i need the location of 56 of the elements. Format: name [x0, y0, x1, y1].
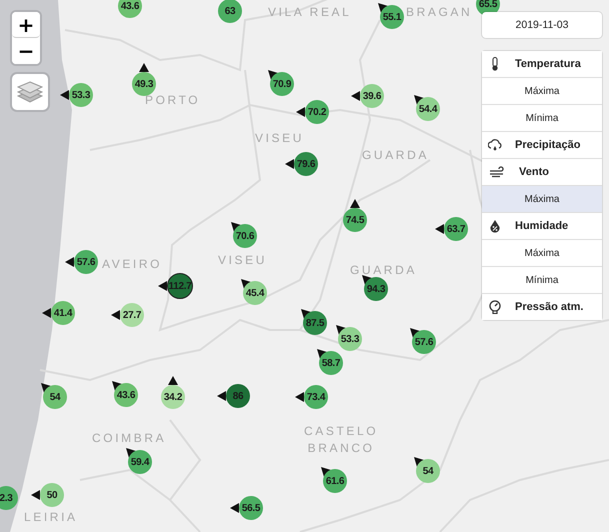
menu-category-label: Precipitação	[515, 139, 580, 151]
value-marker[interactable]: 49.3	[132, 72, 156, 96]
zoom-in-button[interactable]: +	[12, 12, 40, 38]
place-label: COIMBRA	[92, 430, 166, 447]
menu-category-label: Pressão atm.	[515, 301, 584, 313]
value-marker[interactable]: 43.6	[118, 0, 142, 18]
value-marker[interactable]: 41.4	[51, 301, 75, 325]
place-label: VILA REAL	[268, 4, 352, 21]
value-marker[interactable]: 59.4	[128, 450, 152, 474]
value-marker[interactable]: 87.5	[303, 311, 327, 335]
layers-icon	[17, 80, 43, 104]
value-marker[interactable]: 94.3	[364, 277, 388, 301]
value-marker[interactable]: 57.6	[412, 330, 436, 354]
value-marker[interactable]: 27.7	[120, 303, 144, 327]
place-label: BRAGAN	[406, 4, 472, 21]
value-marker[interactable]: 73.4	[304, 385, 328, 409]
value-marker[interactable]: 43.6	[114, 383, 138, 407]
place-label: CASTELO BRANCO	[304, 423, 378, 457]
menu-category-label: Vento	[519, 166, 549, 178]
menu-category-label: Temperatura	[515, 58, 581, 70]
place-label: AVEIRO	[102, 256, 162, 273]
value-marker[interactable]: 70.2	[305, 100, 329, 124]
value-marker[interactable]: 54	[416, 459, 440, 483]
place-label: GUARDA	[362, 147, 429, 164]
date-button[interactable]: 2019-11-03	[482, 12, 602, 38]
value-marker[interactable]: 56.5	[239, 496, 263, 520]
value-marker[interactable]: 70.9	[270, 72, 294, 96]
place-label: VISEU	[255, 130, 304, 147]
value-marker[interactable]: 57.6	[74, 250, 98, 274]
value-marker[interactable]: 61.6	[323, 469, 347, 493]
value-marker[interactable]: 55.1	[380, 5, 404, 29]
value-marker[interactable]: 74.5	[343, 208, 367, 232]
place-label: GUARDA	[350, 262, 417, 279]
value-marker[interactable]: 54	[43, 385, 67, 409]
menu-option[interactable]: Máxima	[482, 186, 602, 213]
gauge-icon	[488, 300, 502, 314]
value-marker[interactable]: 34.2	[161, 385, 185, 409]
value-marker[interactable]: 54.4	[416, 97, 440, 121]
value-marker[interactable]: 39.6	[360, 84, 384, 108]
menu-category-label: Humidade	[515, 220, 568, 232]
value-marker[interactable]: 79.6	[294, 152, 318, 176]
value-marker[interactable]: 63	[218, 0, 242, 23]
menu-category[interactable]: Temperatura	[482, 51, 602, 78]
place-label: VISEU	[218, 252, 268, 269]
value-marker[interactable]: 70.6	[233, 224, 257, 248]
value-marker[interactable]: 63.7	[444, 217, 468, 241]
value-marker[interactable]: 58.7	[319, 351, 343, 375]
humidity-drop-icon	[488, 219, 502, 233]
value-marker[interactable]: 53.3	[338, 327, 362, 351]
wind-icon	[488, 165, 506, 179]
place-label: LEIRIA	[24, 509, 78, 526]
value-marker[interactable]: 45.4	[243, 281, 267, 305]
value-marker[interactable]: 50	[40, 483, 64, 507]
cloud-rain-icon	[488, 138, 502, 152]
value-marker[interactable]: 53.3	[69, 83, 93, 107]
layers-button[interactable]	[12, 74, 48, 110]
